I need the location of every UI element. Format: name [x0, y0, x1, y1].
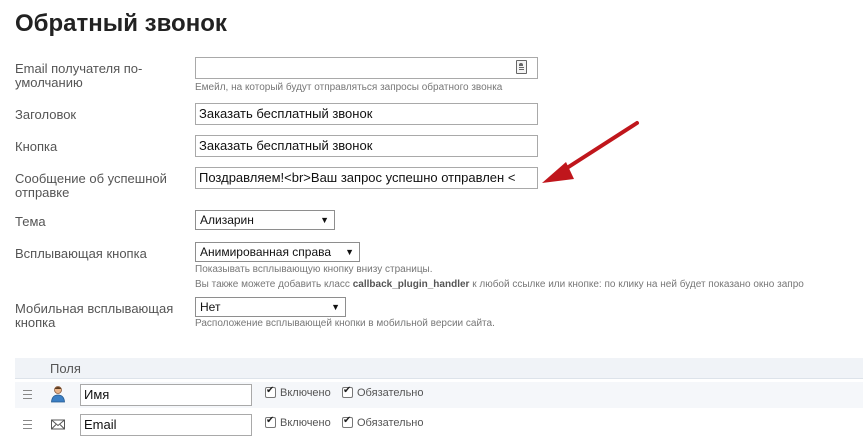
enabled-checkbox[interactable] [265, 415, 276, 428]
dropdown-arrow-icon: ▼ [320, 215, 329, 225]
email-hint: Емейл, на который будут отправляться зап… [195, 82, 503, 93]
enabled-checkbox[interactable] [265, 385, 276, 398]
dropdown-arrow-icon: ▼ [345, 247, 354, 257]
success-message-input[interactable]: Поздравляем!<br>Ваш запрос успешно отпра… [195, 167, 538, 189]
email-label: Email получателя по-умолчанию [15, 61, 143, 90]
envelope-icon [51, 419, 65, 430]
drag-handle-icon[interactable] [23, 420, 32, 429]
email-input[interactable] [195, 57, 538, 79]
mobile-select-value: Нет [200, 300, 221, 314]
fields-table-header: Поля [15, 358, 863, 379]
popup-select[interactable]: Анимированная справа ▼ [195, 242, 360, 262]
class-code: callback_plugin_handler [352, 279, 470, 290]
drag-handle-icon[interactable] [23, 390, 32, 399]
enabled-label: Включено [280, 417, 331, 429]
mobile-select[interactable]: Нет ▼ [195, 297, 346, 317]
enabled-label: Включено [280, 387, 331, 399]
dropdown-arrow-icon: ▼ [331, 302, 340, 312]
theme-label: Тема [15, 214, 46, 229]
theme-select[interactable]: Ализарин ▼ [195, 210, 335, 230]
button-text-input[interactable]: Заказать бесплатный звонок [195, 135, 538, 157]
required-label: Обязательно [357, 417, 424, 429]
theme-select-value: Ализарин [200, 213, 254, 227]
page-title: Обратный звонок [15, 10, 227, 37]
fields-header-label: Поля [50, 361, 81, 376]
contact-card-icon[interactable] [516, 60, 527, 74]
person-icon [51, 386, 65, 403]
popup-select-value: Анимированная справа [200, 245, 332, 259]
mobile-label: Мобильная всплывающая кнопка [15, 301, 174, 330]
header-input[interactable]: Заказать бесплатный звонок [195, 103, 538, 125]
popup-hint: Показывать всплывающую кнопку внизу стра… [195, 264, 433, 275]
mobile-hint: Расположение всплывающей кнопки в мобиль… [195, 318, 495, 329]
button-label: Кнопка [15, 139, 58, 154]
popup-label: Всплывающая кнопка [15, 246, 147, 261]
field-row-name: Имя Включено Обязательно [15, 382, 863, 408]
field-row-email: Email Включено Обязательно [15, 412, 863, 438]
required-checkbox[interactable] [342, 415, 353, 428]
popup-hint-2: Вы также можете добавить класс callback_… [195, 279, 804, 290]
red-arrow-annotation [542, 121, 639, 183]
required-checkbox[interactable] [342, 385, 353, 398]
required-label: Обязательно [357, 387, 424, 399]
header-label: Заголовок [15, 107, 77, 122]
success-label: Сообщение об успешной отправке [15, 171, 167, 200]
field-name-input[interactable]: Имя [80, 384, 252, 406]
field-email-input[interactable]: Email [80, 414, 252, 436]
